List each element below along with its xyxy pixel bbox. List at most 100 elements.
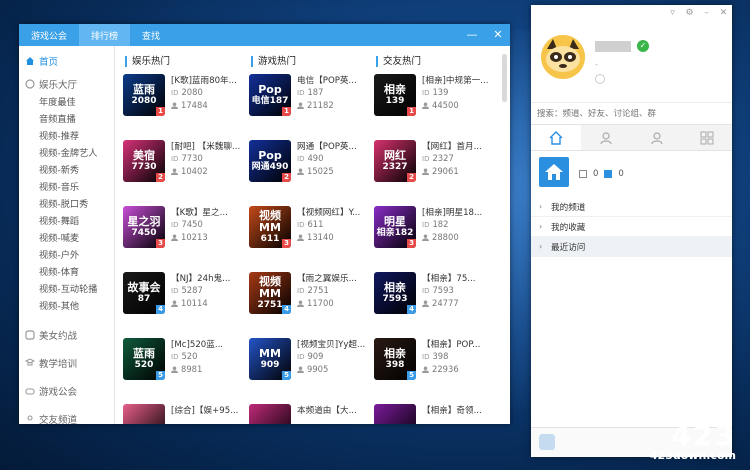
channel-home-button[interactable]	[539, 157, 569, 187]
channel-title[interactable]: 【相亲】75...	[422, 272, 494, 284]
list-item-my-favorites[interactable]: › 我的收藏	[531, 217, 732, 237]
sidebar-item[interactable]: 音频直播	[19, 111, 114, 128]
minimize-button[interactable]: —	[466, 24, 478, 46]
channel-card[interactable]: 相亲 398 5 【相亲】POP... ID 398 22936	[374, 338, 492, 398]
channel-card[interactable]: Pop 网通490 2 网通【POP英... ID 490 15025	[249, 140, 367, 200]
mascot-small-icon[interactable]	[539, 434, 555, 450]
sidebar-item[interactable]: 视频-音乐	[19, 179, 114, 196]
channel-thumbnail[interactable]: 星之羽 7450 3	[123, 206, 165, 248]
channel-id-value: 187	[307, 87, 324, 97]
channel-card[interactable]: 【相亲】奇领...	[374, 404, 492, 424]
sidebar-item[interactable]: 视频-新秀	[19, 162, 114, 179]
sidebar-item[interactable]: 视频-体育	[19, 264, 114, 281]
channel-thumbnail[interactable]: Pop 电信187 1	[249, 74, 291, 116]
sidebar-group-teaching[interactable]: 教学培训	[19, 351, 114, 373]
channel-thumbnail[interactable]	[123, 404, 165, 424]
channel-card[interactable]: 视频MM 2751 4 【雨之翼娱乐... ID 2751 11700	[249, 272, 367, 332]
viewer-count: 11700	[297, 298, 334, 308]
channel-thumbnail[interactable]	[374, 404, 416, 424]
channel-thumbnail[interactable]: 美宿 7730 2	[123, 140, 165, 182]
channel-title[interactable]: 【K歌】星之...	[171, 206, 243, 218]
sidebar-group-entertainment[interactable]: 娱乐大厅	[19, 72, 114, 94]
channel-thumbnail[interactable]: 视频MM 611 3	[249, 206, 291, 248]
channel-title[interactable]: 【雨之翼娱乐...	[297, 272, 369, 284]
thumbnail-number: 87	[137, 294, 151, 304]
status-icon[interactable]	[595, 74, 605, 84]
gear-icon[interactable]: ⚙	[685, 9, 694, 18]
sidebar-item-home[interactable]: 首页	[19, 50, 114, 72]
channel-card[interactable]: Pop 电信187 1 电信【POP英... ID 187 21182	[249, 74, 367, 134]
channel-thumbnail[interactable]: 相亲 139 1	[374, 74, 416, 116]
sidebar-item[interactable]: 视频-喊麦	[19, 230, 114, 247]
sidebar-item[interactable]: 视频-推荐	[19, 128, 114, 145]
tab-search[interactable]: 查找	[130, 24, 172, 46]
channel-thumbnail[interactable]: MM 909 5	[249, 338, 291, 380]
channel-title[interactable]: 电信【POP英...	[297, 74, 369, 86]
sidebar-item[interactable]: 年度最佳	[19, 94, 114, 111]
channel-title[interactable]: [耐吧] 【米魏聊...	[171, 140, 243, 152]
sidebar-group-game-guild[interactable]: 游戏公会	[19, 379, 114, 401]
window-titlebar[interactable]: 游戏公会 排行榜 查找 — ✕	[19, 24, 510, 46]
tab-game-guild[interactable]: 游戏公会	[19, 24, 79, 46]
channel-card[interactable]: 相亲 139 1 [相亲]中规第一... ID 139 44500	[374, 74, 492, 134]
channel-thumbnail[interactable]: 相亲 7593 4	[374, 272, 416, 314]
channel-card[interactable]: 本频道由【大...	[249, 404, 367, 424]
channel-thumbnail[interactable]: 明星 相亲182 3	[374, 206, 416, 248]
sidebar-item[interactable]: 视频-舞蹈	[19, 213, 114, 230]
channel-title[interactable]: [K歌]蓝雨80年...	[171, 74, 243, 86]
channel-thumbnail[interactable]: Pop 网通490 2	[249, 140, 291, 182]
skin-icon[interactable]: ▿	[668, 9, 677, 18]
channel-card[interactable]: 蓝雨 2080 1 [K歌]蓝雨80年... ID 2080 17484	[123, 74, 241, 134]
channel-card[interactable]: 美宿 7730 2 [耐吧] 【米魏聊... ID 7730 10402	[123, 140, 241, 200]
channel-card[interactable]: 视频MM 611 3 【视频网红】Y... ID 611 13140	[249, 206, 367, 266]
channel-title[interactable]: [相亲]中规第一...	[422, 74, 494, 86]
sidebar-item[interactable]: 视频-互动轮播	[19, 281, 114, 298]
channel-card[interactable]: 星之羽 7450 3 【K歌】星之... ID 7450 10213	[123, 206, 241, 266]
channel-title[interactable]: 【NJ】24h鬼...	[171, 272, 243, 284]
channel-card[interactable]: 相亲 7593 4 【相亲】75... ID 7593 24777	[374, 272, 492, 332]
channel-title[interactable]: [Mc]520蓝...	[171, 338, 243, 350]
channel-card[interactable]: 网红 2327 2 【网红】首月... ID 2327 29061	[374, 140, 492, 200]
channel-thumbnail[interactable]	[249, 404, 291, 424]
sidebar-item[interactable]: 视频-金牌艺人	[19, 145, 114, 162]
sidebar-item[interactable]: 视频-户外	[19, 247, 114, 264]
sidebar-item[interactable]: 视频-脱口秀	[19, 196, 114, 213]
channel-thumbnail[interactable]: 相亲 398 5	[374, 338, 416, 380]
tab-friends[interactable]	[581, 125, 631, 150]
channel-title[interactable]: 【相亲】POP...	[422, 338, 494, 350]
channel-title[interactable]: 网通【POP英...	[297, 140, 369, 152]
sidebar-group-friends[interactable]: 交友频道	[19, 407, 114, 424]
channel-card[interactable]: 明星 相亲182 3 [相亲]明星18... ID 182 28800	[374, 206, 492, 266]
list-item-my-channels[interactable]: › 我的频道	[531, 197, 732, 217]
tab-home[interactable]	[531, 125, 582, 150]
channel-card[interactable]: 蓝雨 520 5 [Mc]520蓝... ID 520 8981	[123, 338, 241, 398]
sidebar-item[interactable]: 视频-其他	[19, 298, 114, 315]
channel-thumbnail[interactable]: 故事会 87 4	[123, 272, 165, 314]
search-input[interactable]	[537, 108, 717, 119]
avatar[interactable]	[541, 35, 585, 79]
close-button[interactable]: ✕	[492, 24, 504, 46]
channel-card[interactable]: MM 909 5 [视频宝贝]Yy超... ID 909 9905	[249, 338, 367, 398]
content-scrollbar[interactable]	[502, 54, 507, 102]
viewer-count-value: 44500	[432, 100, 459, 110]
tab-ranking[interactable]: 排行榜	[79, 24, 131, 46]
channel-title[interactable]: [综合]【娱+95...	[171, 404, 243, 416]
channel-title[interactable]: 本频道由【大...	[297, 404, 369, 416]
sidebar-group-beauty-battle[interactable]: 美女约战	[19, 323, 114, 345]
channel-thumbnail[interactable]: 蓝雨 520 5	[123, 338, 165, 380]
channel-title[interactable]: 【视频网红】Y...	[297, 206, 369, 218]
close-icon[interactable]: ✕	[719, 9, 728, 18]
channel-title[interactable]: [视频宝贝]Yy超...	[297, 338, 369, 350]
list-item-recent[interactable]: › 最近访问	[531, 237, 732, 257]
channel-thumbnail[interactable]: 视频MM 2751 4	[249, 272, 291, 314]
channel-card[interactable]: [综合]【娱+95...	[123, 404, 241, 424]
channel-title[interactable]: 【网红】首月...	[422, 140, 494, 152]
channel-thumbnail[interactable]: 网红 2327 2	[374, 140, 416, 182]
tab-groups[interactable]	[632, 125, 682, 150]
tab-apps[interactable]	[682, 125, 732, 150]
channel-card[interactable]: 故事会 87 4 【NJ】24h鬼... ID 5287 10114	[123, 272, 241, 332]
channel-title[interactable]: 【相亲】奇领...	[422, 404, 494, 416]
channel-title[interactable]: [相亲]明星18...	[422, 206, 494, 218]
minimize-icon[interactable]: –	[702, 9, 711, 18]
channel-thumbnail[interactable]: 蓝雨 2080 1	[123, 74, 165, 116]
